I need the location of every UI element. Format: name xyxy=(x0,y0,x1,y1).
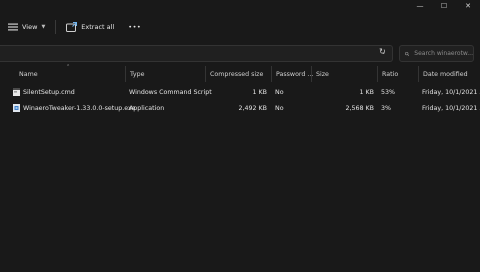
column-header-date-modified[interactable]: Date modified xyxy=(418,66,480,82)
view-icon xyxy=(8,23,18,31)
column-header-password[interactable]: Password ... xyxy=(271,66,313,82)
toolbar-divider xyxy=(55,20,57,34)
extract-all-label: Extract all xyxy=(81,23,115,31)
compressed-size: 1 KB xyxy=(252,88,267,96)
file-type: Application xyxy=(129,104,165,112)
column-header-size[interactable]: Size xyxy=(311,66,377,82)
table-row[interactable]: WinaeroTweaker-1.33.0.0-setup.exe Applic… xyxy=(0,100,480,116)
file-size: 1 KB xyxy=(359,88,374,96)
date-modified: Friday, 10/1/2021 3:43 xyxy=(422,88,480,96)
more-options-button[interactable]: ••• xyxy=(124,17,145,37)
exe-file-icon xyxy=(13,104,20,112)
table-row[interactable]: SilentSetup.cmd Windows Command Script 1… xyxy=(0,84,480,100)
view-label: View xyxy=(22,23,38,31)
file-list: SilentSetup.cmd Windows Command Script 1… xyxy=(0,84,480,116)
file-name: WinaeroTweaker-1.33.0.0-setup.exe xyxy=(23,104,136,112)
extract-all-button[interactable]: Extract all xyxy=(62,17,118,37)
column-header-type[interactable]: Type xyxy=(125,66,205,82)
view-button[interactable]: View ▼ xyxy=(4,17,49,37)
column-header-name[interactable]: Name xyxy=(15,66,125,82)
address-row: ⌄ ↻ Search winaerotw... xyxy=(0,43,480,63)
file-size: 2,568 KB xyxy=(345,104,374,112)
password-protected: No xyxy=(275,88,284,96)
refresh-icon[interactable]: ↻ xyxy=(379,47,386,56)
maximize-button[interactable]: ☐ xyxy=(432,0,456,12)
command-bar: View ▼ Extract all ••• xyxy=(0,14,480,40)
column-headers: ⌃ Name Type Compressed size Password ...… xyxy=(0,64,480,82)
file-type: Windows Command Script xyxy=(129,88,212,96)
close-button[interactable]: ✕ xyxy=(456,0,480,12)
column-header-ratio[interactable]: Ratio xyxy=(377,66,418,82)
column-header-compressed-size[interactable]: Compressed size xyxy=(205,66,271,82)
address-bar[interactable]: ⌄ xyxy=(0,45,393,62)
file-name: SilentSetup.cmd xyxy=(23,88,75,96)
cmd-file-icon xyxy=(13,88,20,96)
search-box[interactable]: Search winaerotw... xyxy=(399,45,474,62)
compression-ratio: 3% xyxy=(381,104,391,112)
search-input[interactable]: Search winaerotw... xyxy=(414,50,473,57)
search-icon xyxy=(405,51,410,56)
more-icon: ••• xyxy=(128,23,142,31)
compressed-size: 2,492 KB xyxy=(238,104,267,112)
extract-icon xyxy=(66,22,78,32)
compression-ratio: 53% xyxy=(381,88,395,96)
window-controls: — ☐ ✕ xyxy=(408,0,480,12)
date-modified: Friday, 10/1/2021 3:43 xyxy=(422,104,480,112)
chevron-down-icon: ▼ xyxy=(41,24,46,30)
password-protected: No xyxy=(275,104,284,112)
minimize-button[interactable]: — xyxy=(408,0,432,12)
